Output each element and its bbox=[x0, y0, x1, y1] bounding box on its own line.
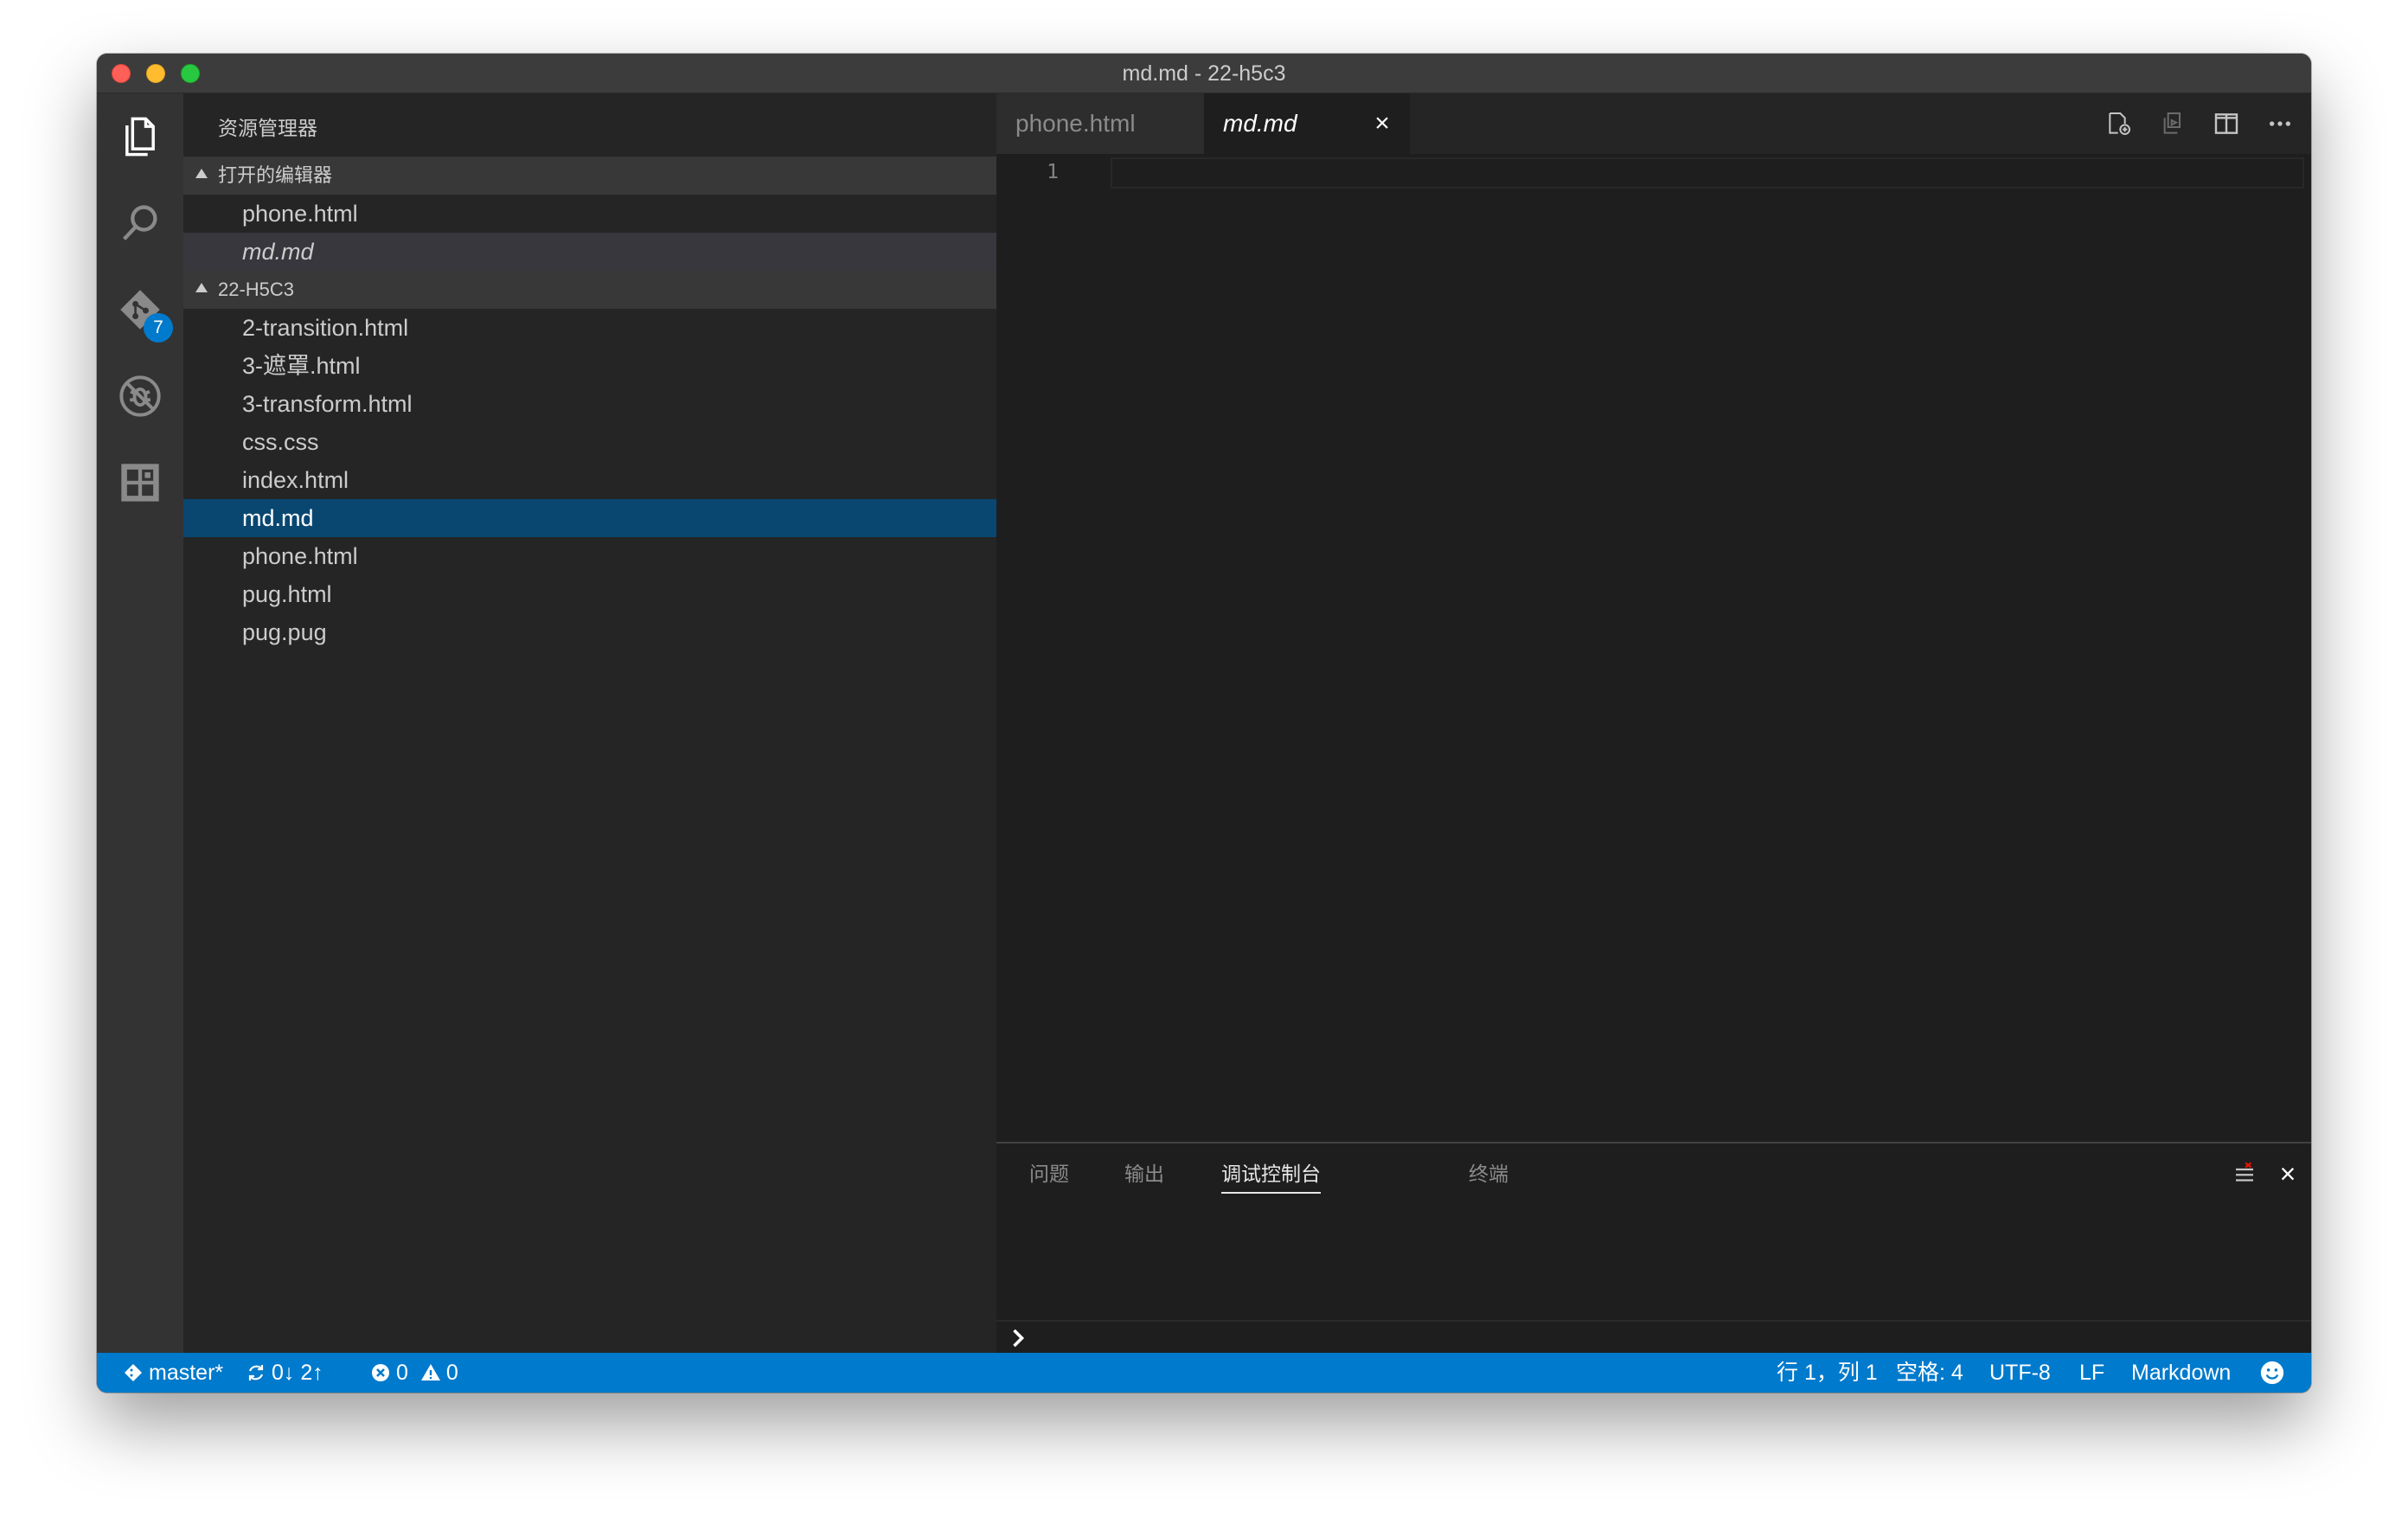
language-mode[interactable]: Markdown bbox=[2131, 1353, 2231, 1393]
vscode-window: md.md - 22-h5c3 7 资源管理器 打开的编辑器 phone.htm… bbox=[97, 54, 2311, 1393]
open-changes-icon bbox=[2109, 112, 2130, 135]
editor-actions bbox=[2085, 105, 2299, 143]
open-changes-button[interactable] bbox=[2100, 105, 2138, 143]
chevron-right-icon bbox=[1013, 1329, 1025, 1348]
tab-label: phone.html bbox=[1015, 110, 1136, 137]
debug-icon bbox=[119, 375, 161, 417]
error-icon bbox=[372, 1364, 389, 1381]
feedback-button[interactable] bbox=[2259, 1353, 2285, 1393]
search-button[interactable] bbox=[97, 180, 183, 266]
more-actions-button[interactable] bbox=[2261, 105, 2299, 143]
line-number: 1 bbox=[1047, 161, 1059, 183]
editor-tabs: phone.html md.md × bbox=[996, 93, 2311, 154]
file-name: pug.html bbox=[242, 581, 332, 607]
expanded-arrow-icon bbox=[195, 169, 208, 178]
git-branch-icon bbox=[125, 1364, 142, 1381]
open-editors-header[interactable]: 打开的编辑器 bbox=[183, 157, 996, 195]
tab-phone-html[interactable]: phone.html bbox=[996, 93, 1204, 154]
problems-indicator[interactable]: 0 0 bbox=[370, 1353, 458, 1393]
debug-button[interactable] bbox=[97, 353, 183, 439]
file-name: md.md bbox=[242, 239, 314, 265]
file-tree-item[interactable]: phone.html bbox=[183, 537, 996, 575]
branch-name: master* bbox=[149, 1361, 224, 1385]
tab-md-md[interactable]: md.md × bbox=[1204, 93, 1410, 154]
bottom-panel: 问题 输出 调试控制台 终端 × bbox=[996, 1142, 2311, 1353]
file-tree-item[interactable]: index.html bbox=[183, 461, 996, 499]
file-tree-item-selected[interactable]: md.md bbox=[183, 499, 996, 537]
line-ending[interactable]: LF bbox=[2079, 1353, 2104, 1393]
file-name: 3-遮罩.html bbox=[242, 353, 361, 379]
explorer-button[interactable] bbox=[97, 93, 183, 180]
close-panel-button[interactable]: × bbox=[2271, 1157, 2304, 1190]
source-control-badge: 7 bbox=[144, 313, 173, 343]
sync-icon bbox=[248, 1365, 264, 1380]
warning-count: 0 bbox=[445, 1361, 458, 1385]
file-tree-item[interactable]: pug.pug bbox=[183, 613, 996, 651]
close-tab-icon[interactable]: × bbox=[1367, 108, 1398, 139]
file-tree-item[interactable]: pug.html bbox=[183, 575, 996, 613]
file-name: 3-transform.html bbox=[242, 391, 413, 417]
file-name: css.css bbox=[242, 429, 319, 455]
current-line-highlight[interactable] bbox=[1111, 157, 2304, 189]
encoding[interactable]: UTF-8 bbox=[1989, 1353, 2051, 1393]
file-tree-item[interactable]: 3-遮罩.html bbox=[183, 347, 996, 385]
tab-output[interactable]: 输出 bbox=[1124, 1143, 1164, 1204]
file-tree-item[interactable]: 2-transition.html bbox=[183, 309, 996, 347]
tab-problems[interactable]: 问题 bbox=[1029, 1143, 1069, 1204]
title-bar: md.md - 22-h5c3 bbox=[97, 54, 2311, 93]
panel-tabs: 问题 输出 调试控制台 终端 × bbox=[996, 1143, 2311, 1204]
open-editor-item-active[interactable]: md.md bbox=[183, 233, 996, 271]
preview-button[interactable] bbox=[2154, 105, 2192, 143]
file-name: 2-transition.html bbox=[242, 315, 409, 341]
sync-status: 0↓ 2↑ bbox=[272, 1361, 323, 1385]
files-icon bbox=[125, 117, 155, 157]
split-editor-button[interactable] bbox=[2207, 105, 2245, 143]
file-name: md.md bbox=[242, 505, 314, 531]
open-editor-item[interactable]: phone.html bbox=[183, 195, 996, 233]
sync-indicator[interactable]: 0↓ 2↑ bbox=[246, 1353, 323, 1393]
expanded-arrow-icon bbox=[195, 283, 208, 292]
split-editor-icon bbox=[2214, 113, 2238, 134]
tab-label: md.md bbox=[1223, 110, 1297, 137]
cursor-position[interactable]: 行 1，列 1 bbox=[1777, 1353, 1878, 1393]
clear-console-icon bbox=[2236, 1162, 2253, 1182]
file-tree-item[interactable]: css.css bbox=[183, 423, 996, 461]
status-bar: master* 0↓ 2↑ 0 0 行 1，列 1 空格: 4 UTF-8 LF… bbox=[97, 1353, 2311, 1393]
open-editors-label: 打开的编辑器 bbox=[218, 164, 333, 186]
window-title: md.md - 22-h5c3 bbox=[1122, 61, 1286, 86]
tab-terminal[interactable]: 终端 bbox=[1469, 1143, 1508, 1204]
search-icon bbox=[123, 205, 157, 240]
clear-console-button[interactable] bbox=[2228, 1157, 2261, 1190]
preview-icon bbox=[2163, 112, 2181, 134]
debug-console-input[interactable] bbox=[996, 1320, 2311, 1353]
indentation[interactable]: 空格: 4 bbox=[1896, 1353, 1963, 1393]
source-control-button[interactable]: 7 bbox=[97, 266, 183, 353]
file-name: phone.html bbox=[242, 543, 358, 569]
file-tree-item[interactable]: 3-transform.html bbox=[183, 385, 996, 423]
branch-indicator[interactable]: master* bbox=[123, 1353, 223, 1393]
smiley-icon bbox=[2260, 1361, 2284, 1385]
more-icon bbox=[2270, 121, 2290, 126]
tab-debug-console[interactable]: 调试控制台 bbox=[1221, 1143, 1321, 1204]
sidebar-title: 资源管理器 bbox=[218, 117, 317, 139]
folder-label: 22-H5C3 bbox=[218, 279, 295, 300]
file-name: index.html bbox=[242, 467, 349, 493]
explorer-sidebar: 资源管理器 打开的编辑器 phone.html md.md 22-H5C3 2-… bbox=[183, 93, 996, 1353]
extensions-button[interactable] bbox=[97, 439, 183, 526]
extensions-icon bbox=[121, 464, 159, 502]
folder-header[interactable]: 22-H5C3 bbox=[183, 271, 996, 309]
file-name: phone.html bbox=[242, 201, 358, 227]
file-name: pug.pug bbox=[242, 619, 327, 645]
error-count: 0 bbox=[396, 1361, 408, 1385]
activity-bar: 7 bbox=[97, 93, 183, 1353]
warning-icon bbox=[420, 1364, 440, 1380]
